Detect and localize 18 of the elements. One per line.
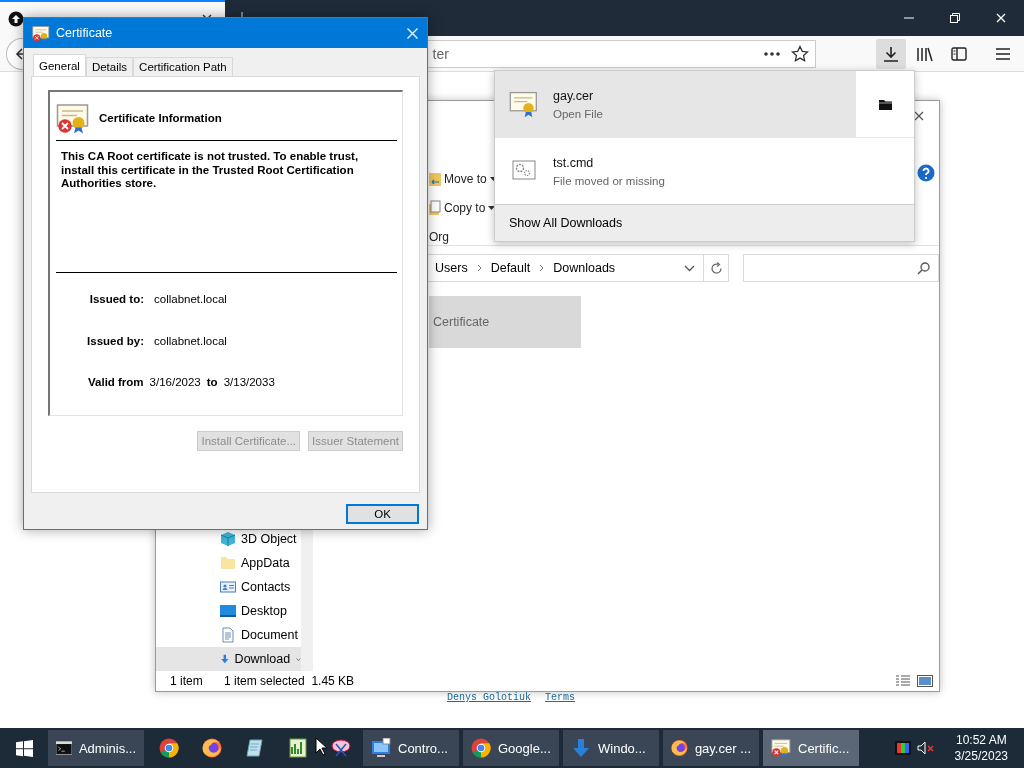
field-label: Valid from [88,376,144,388]
selection-status: 1 item selected 1.45 KB [224,674,355,688]
download-status: Open File [553,107,603,120]
window-title: Certificate [56,26,114,40]
address-text: ter [431,45,450,62]
item-count: 1 item [170,674,204,688]
field-value: collabnet.local [154,293,227,305]
field-value: 3/13/2033 [223,376,275,388]
field-label: Issued to: [88,293,144,305]
section-heading: Certificate Information [99,112,222,124]
download-status: File moved or missing [553,174,665,187]
file-name: tst.cmd [553,155,595,170]
field-label: Issued by: [86,335,144,347]
file-name: gay.cer [553,88,595,103]
field-value: 3/16/2023 [149,376,201,388]
field-value: collabnet.local [154,335,227,347]
field-label: to [206,376,218,388]
trust-warning: This CA Root certificate is not trusted. To enable trust, install this certificate in the Trusted Root Certification Authorities store. [56,141,397,273]
